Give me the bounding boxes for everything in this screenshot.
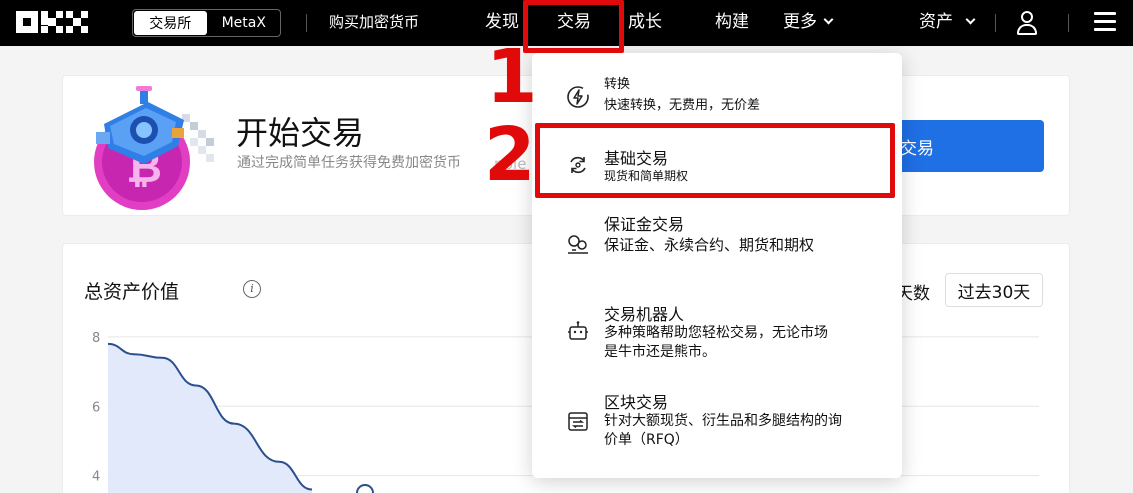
chevron-down-icon bbox=[965, 14, 976, 25]
nav-divider bbox=[995, 14, 996, 32]
nav-divider bbox=[1068, 14, 1069, 32]
start-trading-button-label: 交易 bbox=[900, 138, 934, 159]
chevron-down-icon bbox=[823, 14, 834, 25]
chart-y-tick-label: 6 bbox=[92, 400, 100, 415]
user-profile-icon[interactable] bbox=[1016, 11, 1038, 35]
menu-item-description-line-1: 多种策略帮助您轻松交易，无论市场 bbox=[604, 325, 828, 341]
menu-item-description-line-1: 针对大额现货、衍生品和多腿结构的询 bbox=[604, 413, 842, 429]
info-icon[interactable]: i bbox=[243, 280, 261, 298]
chart-series-area bbox=[108, 343, 312, 493]
page: 交易所 MetaX 购买加密货币 发现 交易 成长 构建 更多 资产 ₿ 开始交… bbox=[0, 0, 1133, 493]
menu-item-description: 快速转换，无费用，无价差 bbox=[604, 98, 761, 113]
metax-mode-button[interactable]: MetaX bbox=[208, 10, 281, 36]
buy-crypto-link[interactable]: 购买加密货币 bbox=[329, 0, 419, 46]
time-range-label: 过去30天 bbox=[957, 282, 1031, 303]
highlight-box-basic-trading bbox=[535, 123, 895, 198]
menu-item-title: 保证金交易 bbox=[604, 215, 685, 234]
nav-build[interactable]: 构建 bbox=[715, 0, 749, 46]
menu-item-title: 区块交易 bbox=[604, 393, 669, 412]
okx-logo[interactable] bbox=[16, 11, 88, 33]
chart-hover-marker[interactable] bbox=[356, 484, 374, 493]
menu-item-title: 转换 bbox=[604, 77, 631, 92]
crypto-mascot-illustration: ₿ bbox=[94, 86, 214, 210]
menu-item-description-line-2: 价单（RFQ） bbox=[604, 432, 689, 448]
menu-item-trading-bots[interactable]: 交易机器人 多种策略帮助您轻松交易，无论市场 是牛市还是熊市。 bbox=[532, 287, 902, 377]
start-trading-title: 开始交易 bbox=[236, 114, 365, 152]
step-number-2: 2 bbox=[484, 112, 536, 198]
assets-menu[interactable]: 资产 bbox=[919, 0, 976, 46]
trade-dropdown-menu: 转换 快速转换，无费用，无价差 基础交易 现货和简单期权 保证金交易 保证金、永… bbox=[532, 53, 902, 478]
chart-y-tick-label: 4 bbox=[92, 470, 100, 485]
nav-more[interactable]: 更多 bbox=[783, 0, 834, 46]
chart-y-ticks: 8 6 4 bbox=[92, 331, 100, 485]
menu-item-convert[interactable]: 转换 快速转换，无费用，无价差 bbox=[532, 63, 902, 129]
robot-icon bbox=[568, 321, 588, 340]
start-trading-button[interactable]: 交易 bbox=[880, 120, 1044, 172]
lightning-circle-icon bbox=[567, 86, 589, 108]
exchange-mode-button[interactable]: 交易所 bbox=[134, 11, 207, 35]
block-trade-icon bbox=[568, 412, 588, 431]
hamburger-menu-icon[interactable] bbox=[1094, 12, 1116, 32]
step-number-1: 1 bbox=[486, 34, 538, 120]
time-range-selector[interactable]: 过去30天 bbox=[945, 273, 1043, 307]
mode-switch: 交易所 MetaX bbox=[132, 9, 281, 37]
total-asset-value-title: 总资产价值 bbox=[84, 281, 180, 303]
menu-item-title: 交易机器人 bbox=[604, 305, 685, 324]
menu-item-block-trading[interactable]: 区块交易 针对大额现货、衍生品和多腿结构的询 价单（RFQ） bbox=[532, 379, 902, 471]
menu-item-description-line-2: 是牛市还是熊市。 bbox=[604, 344, 716, 360]
menu-item-margin-trading[interactable]: 保证金交易 保证金、永续合约、期货和期权 bbox=[532, 201, 902, 281]
menu-item-description: 保证金、永续合约、期货和期权 bbox=[604, 236, 815, 254]
nav-grow[interactable]: 成长 bbox=[628, 0, 662, 46]
nav-divider bbox=[306, 14, 307, 32]
chart-y-tick-label: 8 bbox=[92, 331, 100, 346]
highlight-box-trade-nav bbox=[523, 0, 624, 53]
assets-label: 资产 bbox=[919, 12, 953, 32]
coins-icon bbox=[568, 235, 588, 254]
nav-more-label: 更多 bbox=[783, 12, 817, 32]
start-trading-subtitle: 通过完成简单任务获得免费加密货币 bbox=[237, 155, 461, 171]
